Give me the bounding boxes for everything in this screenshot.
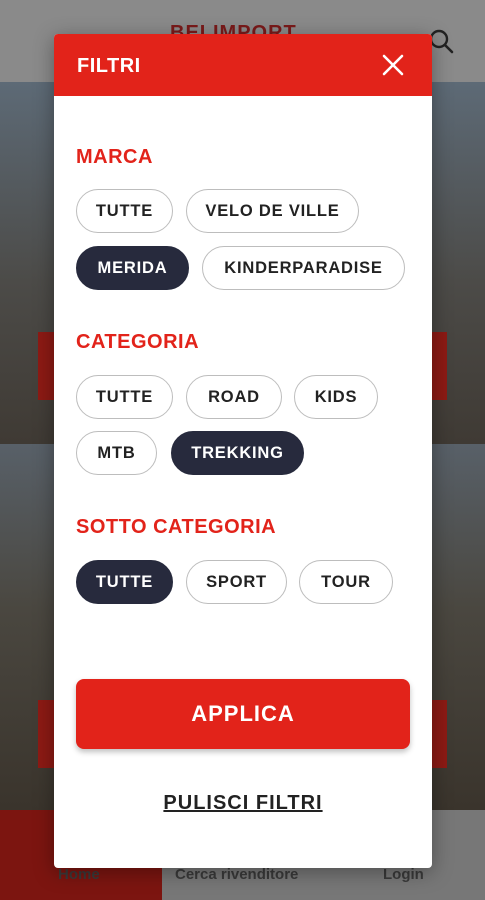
section-title-categoria: CATEGORIA	[76, 331, 200, 353]
chip-marca-kinderparadise[interactable]: KINDERPARADISE	[202, 246, 405, 290]
chip-marca-velo-de-ville[interactable]: VELO DE VILLE	[186, 189, 359, 233]
background-button	[430, 332, 447, 400]
nav-home-label[interactable]: Home	[58, 866, 100, 883]
chip-categoria-tutte[interactable]: TUTTE	[76, 375, 173, 419]
chip-categoria-trekking[interactable]: TREKKING	[171, 431, 304, 475]
close-icon[interactable]	[380, 52, 406, 78]
chip-sottocategoria-tutte[interactable]: TUTTE	[76, 560, 173, 604]
chip-categoria-road[interactable]: ROAD	[186, 375, 282, 419]
background-button	[430, 700, 447, 768]
nav-login-label[interactable]: Login	[383, 866, 424, 883]
chip-sottocategoria-sport[interactable]: SPORT	[186, 560, 287, 604]
apply-button[interactable]: APPLICA	[76, 679, 410, 749]
section-title-marca: MARCA	[76, 146, 153, 168]
modal-header: FILTRI	[54, 34, 432, 96]
chip-sottocategoria-tour[interactable]: TOUR	[299, 560, 393, 604]
nav-dealer-label[interactable]: Cerca rivenditore	[175, 866, 298, 883]
chip-marca-tutte[interactable]: TUTTE	[76, 189, 173, 233]
section-title-sotto-categoria: SOTTO CATEGORIA	[76, 516, 277, 538]
filter-modal: FILTRI MARCA TUTTE VELO DE VILLE MERIDA …	[54, 34, 432, 868]
modal-title: FILTRI	[77, 55, 141, 77]
chip-marca-merida[interactable]: MERIDA	[76, 246, 189, 290]
clear-filters-link[interactable]: PULISCI FILTRI	[54, 792, 432, 815]
chip-categoria-kids[interactable]: KIDS	[294, 375, 378, 419]
chip-categoria-mtb[interactable]: MTB	[76, 431, 157, 475]
